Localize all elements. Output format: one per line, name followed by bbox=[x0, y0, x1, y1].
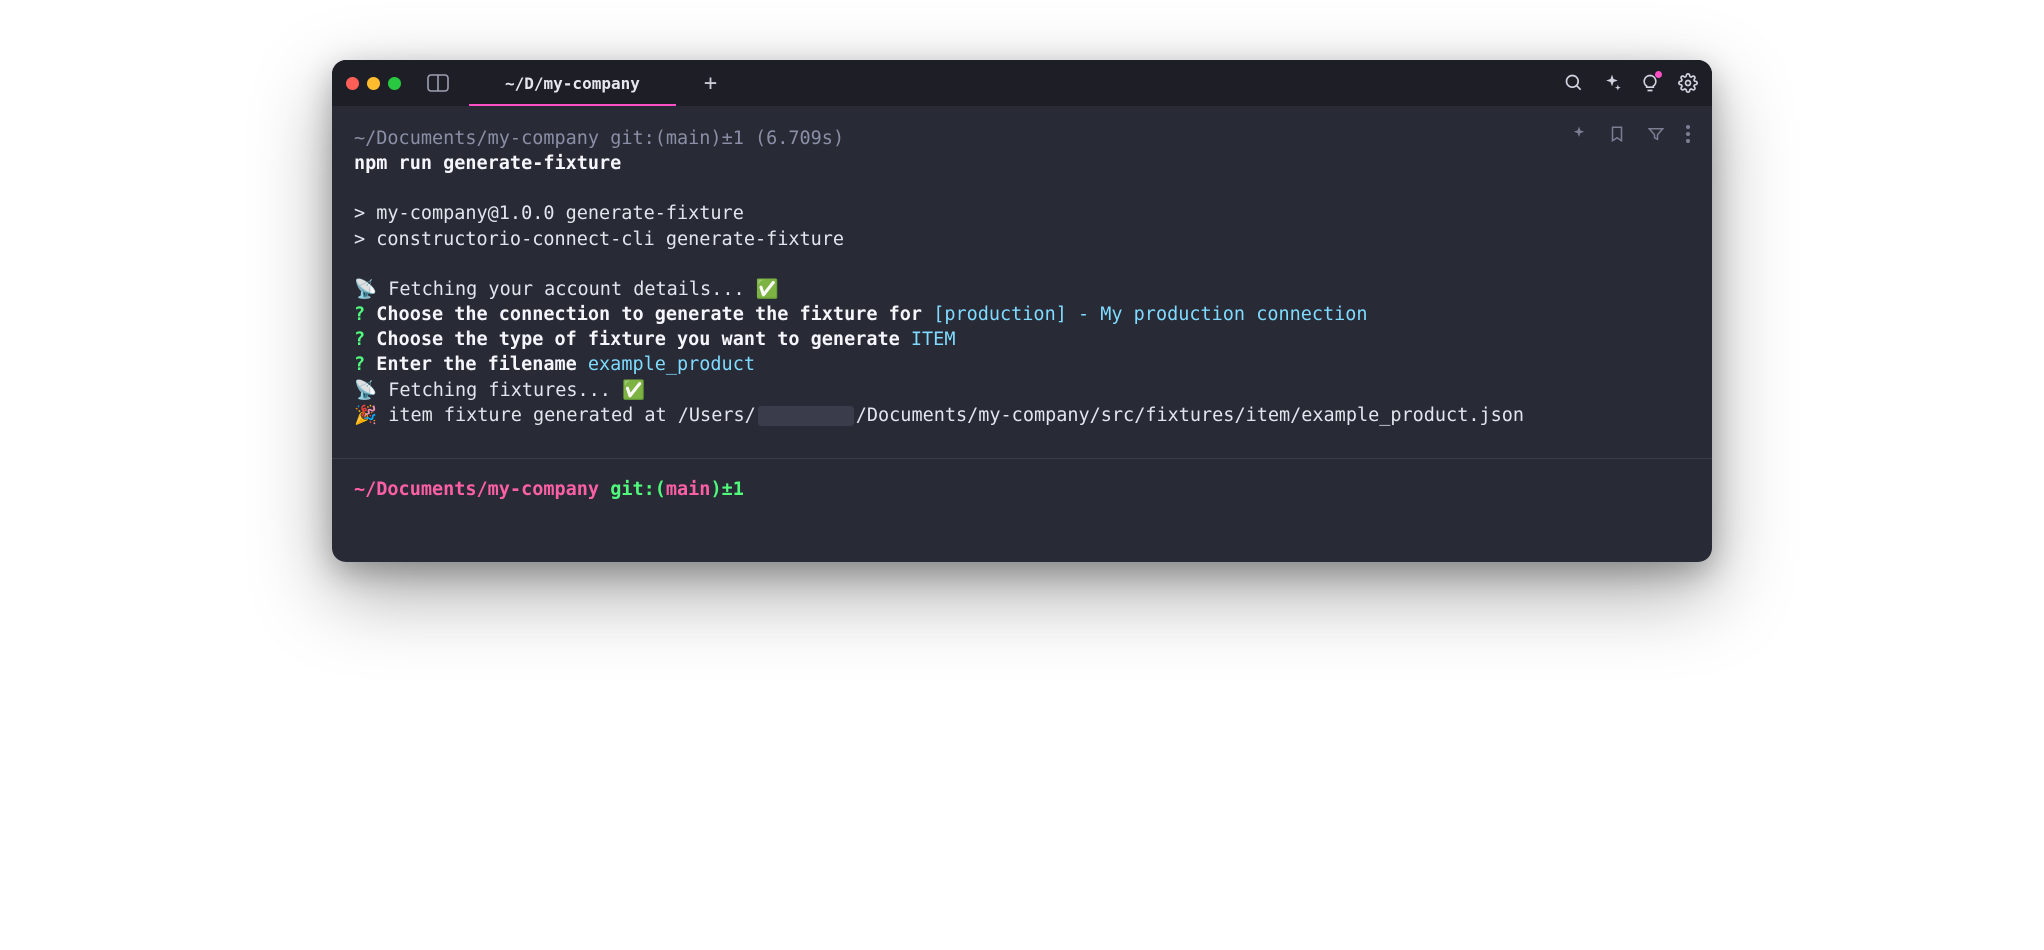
prompt-git: git:(main)±1 bbox=[610, 128, 744, 149]
maximize-window-button[interactable] bbox=[388, 77, 401, 90]
ai-sparkle-icon[interactable] bbox=[1570, 125, 1588, 143]
prompt-line: ~/Documents/my-company git:(main)±1 (6.7… bbox=[354, 126, 1690, 151]
titlebar: ~/D/my-company + bbox=[332, 60, 1712, 106]
prompt-line-active: ~/Documents/my-company git:(main)±1 bbox=[354, 477, 1690, 502]
bookmark-icon[interactable] bbox=[1608, 124, 1626, 144]
sparkle-icon[interactable] bbox=[1602, 73, 1622, 93]
redacted-username bbox=[758, 406, 854, 425]
command-line: npm run generate-fixture bbox=[354, 151, 1690, 176]
new-tab-button[interactable]: + bbox=[686, 60, 735, 106]
block-toolbar bbox=[1570, 124, 1690, 144]
prompt-question: ? Choose the connection to generate the … bbox=[354, 302, 1690, 327]
terminal-body[interactable]: ~/Documents/my-company git:(main)±1 (6.7… bbox=[332, 106, 1712, 562]
block-separator bbox=[332, 458, 1712, 459]
prompt-question: ? Choose the type of fixture you want to… bbox=[354, 327, 1690, 352]
titlebar-actions bbox=[1564, 73, 1698, 93]
bulb-icon[interactable] bbox=[1640, 73, 1660, 93]
notification-dot bbox=[1655, 71, 1662, 78]
tab-title: ~/D/my-company bbox=[505, 74, 640, 93]
split-panes-icon[interactable] bbox=[427, 74, 449, 92]
output-line: > my-company@1.0.0 generate-fixture bbox=[354, 201, 1690, 226]
prompt-question: ? Enter the filename example_product bbox=[354, 352, 1690, 377]
filter-icon[interactable] bbox=[1646, 125, 1666, 143]
prompt-path: ~/Documents/my-company bbox=[354, 128, 599, 149]
tab-current[interactable]: ~/D/my-company bbox=[469, 60, 676, 106]
more-menu-icon[interactable] bbox=[1686, 125, 1690, 143]
output-line: > constructorio-connect-cli generate-fix… bbox=[354, 227, 1690, 252]
search-icon[interactable] bbox=[1564, 73, 1584, 93]
terminal-window: ~/D/my-company + bbox=[332, 60, 1712, 562]
window-controls bbox=[346, 77, 401, 90]
prompt-time: (6.709s) bbox=[755, 128, 844, 149]
minimize-window-button[interactable] bbox=[367, 77, 380, 90]
tab-bar: ~/D/my-company bbox=[469, 60, 676, 106]
output-line: 📡 Fetching fixtures... ✅ bbox=[354, 378, 1690, 403]
close-window-button[interactable] bbox=[346, 77, 359, 90]
output-line: 🎉 item fixture generated at /Users//Docu… bbox=[354, 403, 1690, 428]
output-line: 📡 Fetching your account details... ✅ bbox=[354, 277, 1690, 302]
settings-gear-icon[interactable] bbox=[1678, 73, 1698, 93]
